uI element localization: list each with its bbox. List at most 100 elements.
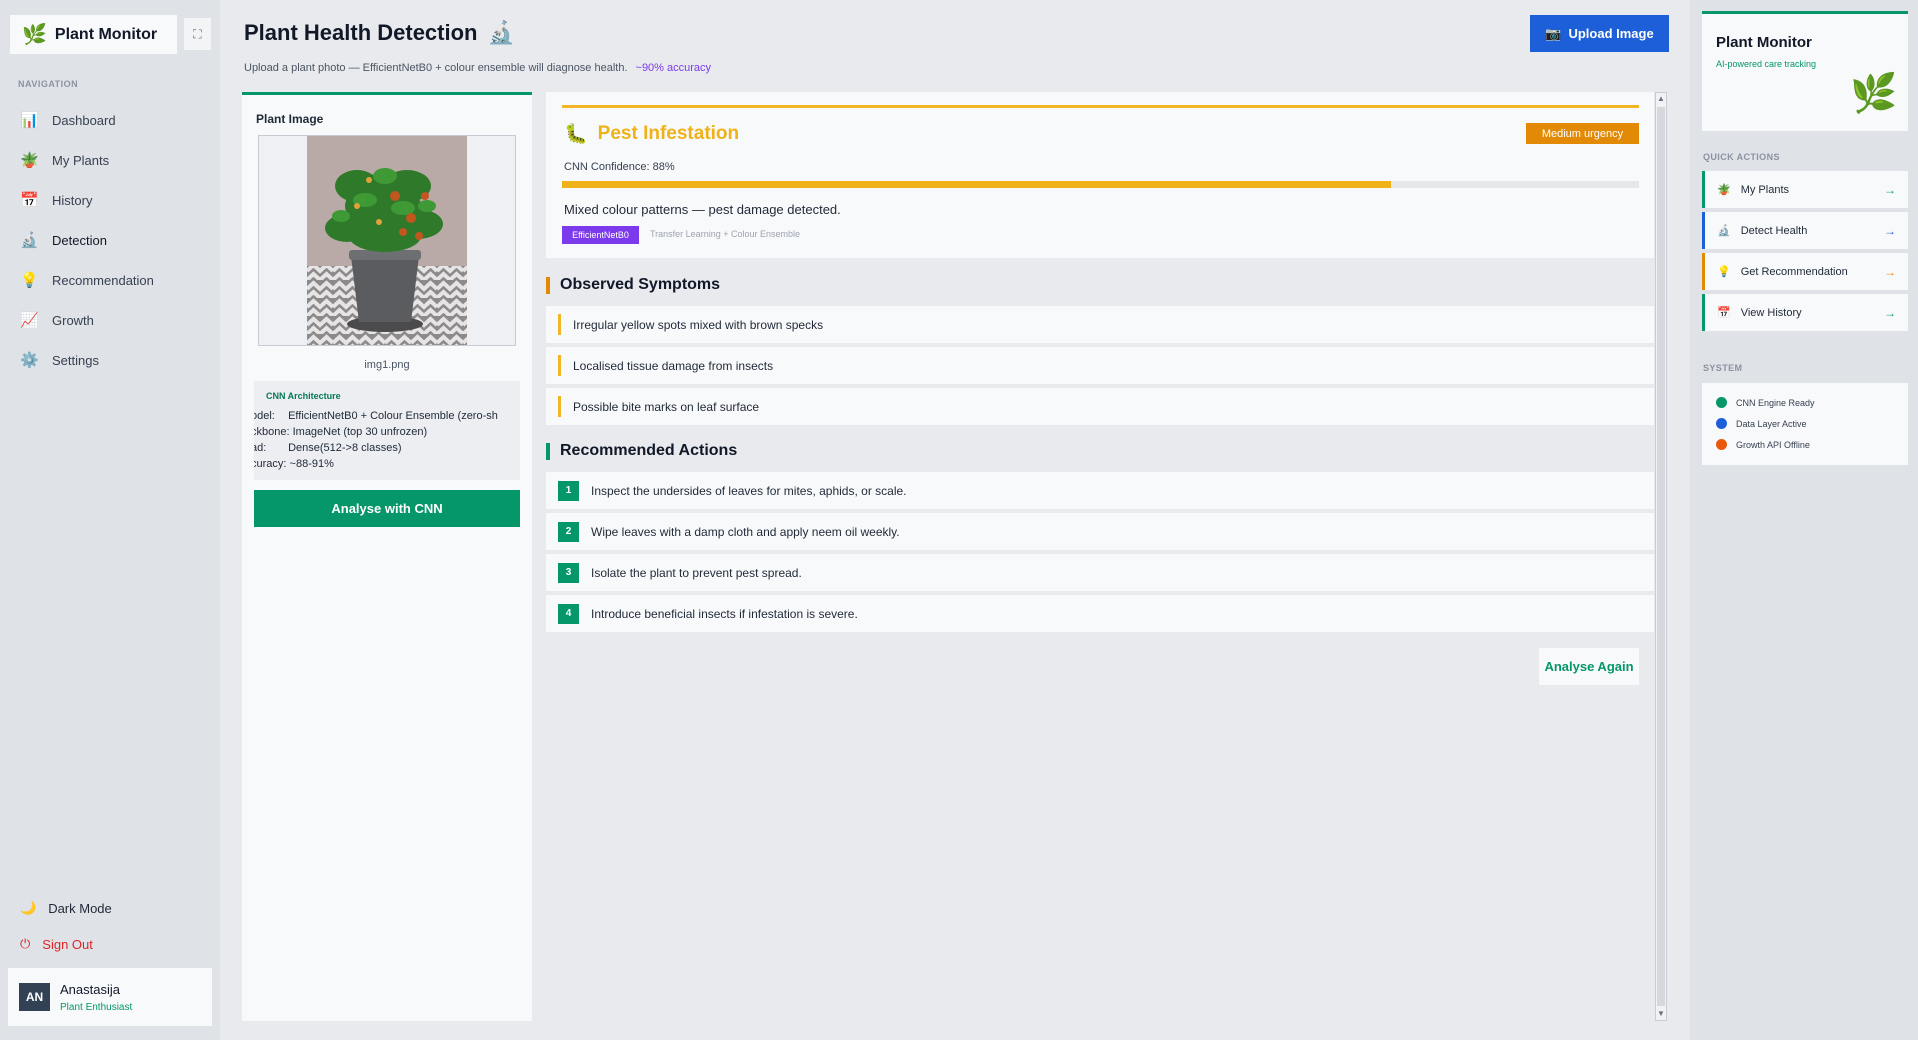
upload-image-button[interactable]: 📷 Upload Image [1530, 15, 1669, 52]
symptom-item: Localised tissue damage from insects [546, 347, 1654, 384]
page-title-text: Plant Health Detection [244, 20, 478, 45]
camera-icon: 📷 [1545, 25, 1562, 41]
microscope-icon: 🔬 [20, 232, 39, 249]
gear-icon: ⚙️ [20, 352, 39, 369]
sidebar-item-growth[interactable]: 📈 Growth [0, 300, 220, 340]
moon-icon: 🌙 [20, 900, 37, 915]
user-role: Plant Enthusiast [60, 1001, 133, 1013]
sidebar-item-label: Detection [52, 232, 107, 248]
arch-key: odel: [254, 410, 275, 422]
lightbulb-icon: 💡 [1717, 266, 1731, 278]
analyse-again-button[interactable]: Analyse Again [1539, 648, 1639, 685]
status-cnn-engine: CNN Engine Ready [1716, 397, 1815, 408]
arch-details: odel: EfficientNetB0 + Colour Ensemble (… [254, 408, 498, 472]
quick-action-view-history[interactable]: 📅 View History → [1702, 294, 1908, 331]
sidebar: 🌿 Plant Monitor ⛶ NAVIGATION 📊 Dashboard … [0, 0, 220, 1040]
arch-key: ad: [254, 442, 267, 454]
model-badge: EfficientNetB0 [562, 226, 639, 244]
status-dot-icon [1716, 439, 1727, 450]
dark-mode-toggle[interactable]: 🌙 Dark Mode [20, 900, 112, 916]
quick-action-label: View History [1740, 306, 1802, 319]
action-item: 1 Inspect the undersides of leaves for mi… [546, 472, 1654, 509]
action-text: Isolate the plant to prevent pest spread… [591, 565, 802, 580]
system-heading: SYSTEM [1703, 363, 1743, 373]
sidebar-nav: 📊 Dashboard 🪴 My Plants 📅 History 🔬 Detectio… [0, 100, 220, 380]
sign-out-button[interactable]: ⏻ Sign Out [20, 936, 93, 952]
step-number: 1 [558, 480, 579, 501]
scroll-down-icon[interactable]: ▼ [1656, 1008, 1666, 1020]
image-preview[interactable] [258, 135, 516, 346]
urgency-badge: Medium urgency [1526, 123, 1639, 144]
arch-value: ImageNet (top 30 unfrozen) [292, 426, 428, 438]
confidence-bar [562, 181, 1639, 188]
system-status-box: CNN Engine Ready Data Layer Active Growt… [1702, 383, 1908, 465]
sidebar-item-history[interactable]: 📅 History [0, 180, 220, 220]
user-name: Anastasija [60, 981, 120, 997]
arrow-right-icon: → [1884, 223, 1896, 238]
step-number: 4 [558, 603, 579, 624]
app-info-card: Plant Monitor AI-powered care tracking 🌿 [1702, 11, 1908, 131]
user-card[interactable]: AN Anastasija Plant Enthusiast [8, 968, 212, 1026]
brand[interactable]: 🌿 Plant Monitor [10, 15, 177, 54]
page-title: Plant Health Detection 🔬 [244, 20, 515, 46]
page-subtitle: Upload a plant photo — EfficientNetB0 + … [244, 62, 711, 74]
arrow-right-icon: → [1884, 264, 1896, 279]
quick-action-detect-health[interactable]: 🔬 Detect Health → [1702, 212, 1908, 249]
app-title: Plant Monitor [1716, 34, 1812, 51]
status-label: Data Layer Active [1736, 418, 1807, 429]
bug-icon: 🐛 [564, 124, 588, 145]
quick-action-my-plants[interactable]: 🪴 My Plants → [1702, 171, 1908, 208]
scroll-up-icon[interactable]: ▲ [1656, 93, 1666, 105]
bar-chart-icon: 📊 [20, 112, 39, 129]
confidence-label: CNN Confidence: 88% [564, 161, 675, 173]
accuracy-badge: ~90% accuracy [635, 62, 712, 74]
arch-title: CNN Architecture [266, 391, 341, 401]
status-dot-icon [1716, 397, 1727, 408]
sidebar-item-label: Dashboard [52, 112, 116, 128]
power-icon: ⏻ [20, 936, 31, 951]
diagnosis-accent-line [562, 105, 1639, 108]
arrow-right-icon: → [1884, 182, 1896, 197]
calendar-icon: 📅 [1717, 307, 1731, 319]
actions-heading: Recommended Actions [546, 442, 737, 460]
sidebar-item-label: My Plants [52, 152, 110, 168]
sidebar-item-label: Growth [52, 312, 94, 328]
subtitle-text: Upload a plant photo — EfficientNetB0 + … [244, 62, 628, 74]
image-filename: img1.png [364, 359, 410, 371]
avatar: AN [19, 983, 50, 1011]
potted-plant-icon: 🪴 [20, 152, 39, 169]
dark-mode-label: Dark Mode [48, 900, 112, 916]
arrow-right-icon: → [1884, 305, 1896, 320]
microscope-icon: 🔬 [487, 20, 515, 45]
action-text: Inspect the undersides of leaves for mit… [591, 483, 907, 498]
results-scrollbar[interactable]: ▲ ▼ [1655, 92, 1667, 1021]
right-panel: Plant Monitor AI-powered care tracking 🌿… [1690, 0, 1918, 1040]
symptom-item: Possible bite marks on leaf surface [546, 388, 1654, 425]
arch-value: Dense(512->8 classes) [288, 442, 402, 454]
status-dot-icon [1716, 418, 1727, 429]
quick-action-get-recommendation[interactable]: 💡 Get Recommendation → [1702, 253, 1908, 290]
status-label: CNN Engine Ready [1736, 397, 1815, 408]
diagnosis-message: Mixed colour patterns — pest damage dete… [564, 202, 841, 217]
quick-actions-heading: QUICK ACTIONS [1703, 152, 1780, 162]
sign-out-label: Sign Out [42, 936, 93, 952]
status-growth-api: Growth API Offline [1716, 439, 1810, 450]
symptom-item: Irregular yellow spots mixed with brown … [546, 306, 1654, 343]
scroll-thumb[interactable] [1657, 107, 1665, 1006]
sidebar-item-detection[interactable]: 🔬 Detection [0, 220, 220, 260]
sidebar-item-dashboard[interactable]: 📊 Dashboard [0, 100, 220, 140]
sidebar-item-recommendation[interactable]: 💡 Recommendation [0, 260, 220, 300]
sidebar-item-my-plants[interactable]: 🪴 My Plants [0, 140, 220, 180]
action-text: Introduce beneficial insects if infestat… [591, 606, 858, 621]
lightbulb-icon: 💡 [20, 272, 39, 289]
expand-icon[interactable]: ⛶ [184, 18, 211, 50]
potted-plant-icon: 🪴 [1717, 184, 1731, 196]
action-item: 3 Isolate the plant to prevent pest sprea… [546, 554, 1654, 591]
analyse-with-cnn-button[interactable]: Analyse with CNN [254, 490, 520, 527]
microscope-icon: 🔬 [1717, 225, 1731, 237]
plant-image-panel: Plant Image img1.png CNN Architecture od… [242, 92, 532, 1021]
step-number: 3 [558, 562, 579, 583]
leaf-icon: 🌿 [1850, 73, 1898, 115]
sidebar-item-settings[interactable]: ⚙️ Settings [0, 340, 220, 380]
diagnosis-card: 🐛 Pest Infestation Medium urgency CNN Co… [546, 92, 1654, 258]
